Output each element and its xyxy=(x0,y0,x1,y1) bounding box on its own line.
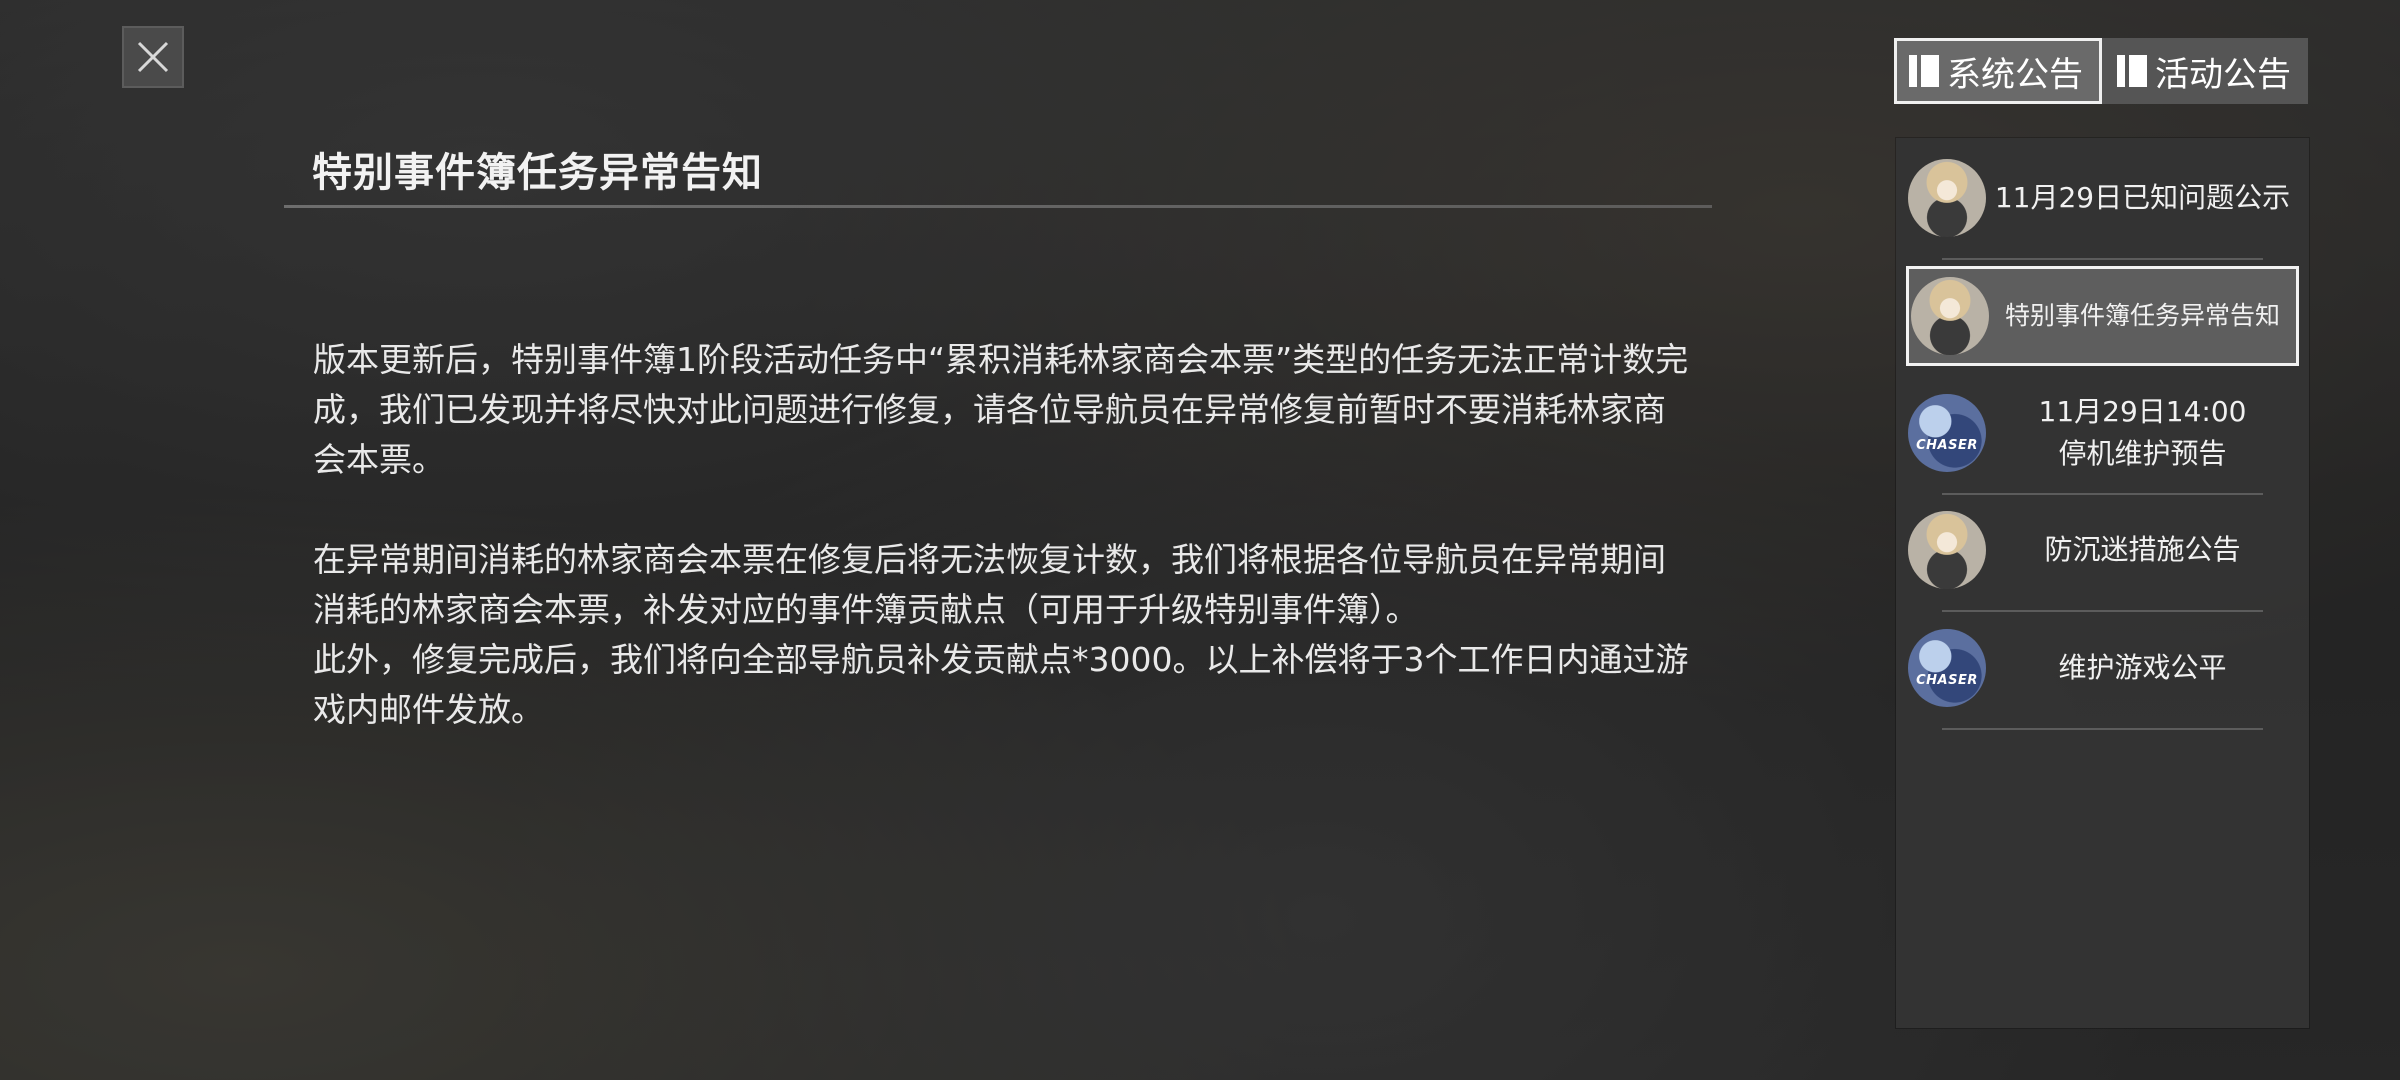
tab-label: 活动公告 xyxy=(2155,54,2291,95)
list-item[interactable]: 特别事件簿任务异常告知 xyxy=(1906,266,2299,366)
character-avatar xyxy=(1908,159,1986,237)
list-item-title: 11月29日14:00 停机维护预告 xyxy=(1986,391,2299,475)
announcement-list: 11月29日已知问题公示 特别事件簿任务异常告知 CHASER 11月29日14… xyxy=(1896,138,2309,1028)
notice-body: 版本更新后，特别事件簿1阶段活动任务中“累积消耗林家商会本票”类型的任务无法正常… xyxy=(313,335,1693,735)
list-item[interactable]: CHASER 11月29日14:00 停机维护预告 xyxy=(1906,383,2299,495)
tab-label: 系统公告 xyxy=(1947,54,2083,95)
tab-event-announcement[interactable]: 活动公告 xyxy=(2102,38,2308,104)
book-icon xyxy=(1909,55,1939,87)
list-item[interactable]: CHASER 维护游戏公平 xyxy=(1906,618,2299,730)
list-item[interactable]: 11月29日已知问题公示 xyxy=(1906,148,2299,260)
list-item-title-line: 11月29日14:00 xyxy=(2038,395,2247,428)
list-item-title: 维护游戏公平 xyxy=(2058,651,2227,684)
list-item[interactable]: 防沉迷措施公告 xyxy=(1906,500,2299,612)
announcement-tabs: 系统公告 活动公告 xyxy=(1894,38,2308,104)
list-item-title: 防沉迷措施公告 xyxy=(2044,533,2241,566)
announcement-screen: 特别事件簿任务异常告知 版本更新后，特别事件簿1阶段活动任务中“累积消耗林家商会… xyxy=(0,0,2400,1080)
notice-paragraph: 版本更新后，特别事件簿1阶段活动任务中“累积消耗林家商会本票”类型的任务无法正常… xyxy=(313,340,1689,479)
notice-paragraph: 此外，修复完成后，我们将向全部导航员补发贡献点*3000。以上补偿将于3个工作日… xyxy=(313,640,1689,729)
character-avatar xyxy=(1911,277,1989,355)
logo-text: CHASER xyxy=(1916,438,1978,453)
notice-paragraph: 在异常期间消耗的林家商会本票在修复后将无法恢复计数，我们将根据各位导航员在异常期… xyxy=(313,540,1666,629)
character-avatar xyxy=(1908,511,1986,589)
title-divider xyxy=(284,205,1712,208)
notice-title: 特别事件簿任务异常告知 xyxy=(312,150,763,196)
list-item-title: 特别事件簿任务异常告知 xyxy=(2004,301,2280,330)
list-item-title: 11月29日已知问题公示 xyxy=(1994,181,2291,214)
logo-text: CHASER xyxy=(1916,673,1978,688)
game-logo-avatar: CHASER xyxy=(1908,629,1986,707)
book-icon xyxy=(2117,55,2147,87)
game-logo-avatar: CHASER xyxy=(1908,394,1986,472)
close-icon xyxy=(137,41,169,73)
tab-system-announcement[interactable]: 系统公告 xyxy=(1894,38,2102,104)
list-item-title-line: 停机维护预告 xyxy=(2058,437,2227,470)
close-button[interactable] xyxy=(122,26,184,88)
